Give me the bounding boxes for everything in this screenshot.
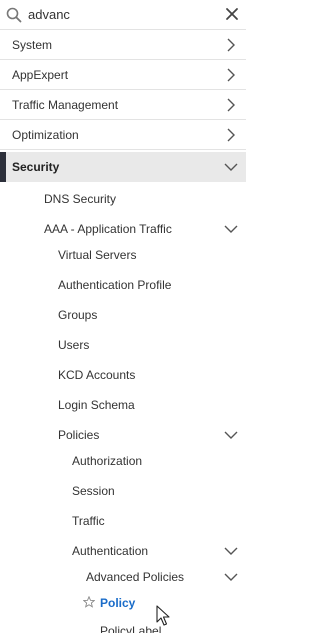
search-bar: [0, 0, 246, 30]
nav-item-optimization[interactable]: Optimization: [0, 120, 246, 150]
nav-item-label: Security: [12, 160, 60, 174]
nav-item-kcd-accounts[interactable]: KCD Accounts: [0, 360, 246, 390]
search-icon: [6, 7, 22, 23]
nav-item-label: Policy: [100, 596, 136, 610]
mouse-cursor-icon: [156, 605, 170, 626]
nav-item-label: Traffic Management: [12, 98, 119, 112]
nav-item-authentication-profile[interactable]: Authentication Profile: [0, 270, 246, 300]
nav-item-label: DNS Security: [44, 192, 117, 206]
nav-item-login-schema[interactable]: Login Schema: [0, 390, 246, 420]
nav-item-label: System: [12, 38, 53, 52]
nav-item-label: Optimization: [12, 128, 79, 142]
chevron-down-icon: [224, 547, 238, 555]
nav-item-users[interactable]: Users: [0, 330, 246, 360]
nav-item-dns-security[interactable]: DNS Security: [0, 184, 246, 214]
chevron-right-icon: [227, 98, 235, 112]
nav-item-label: Users: [58, 338, 90, 352]
chevron-right-icon: [227, 128, 235, 142]
close-icon[interactable]: [225, 7, 239, 21]
nav-item-session[interactable]: Session: [0, 476, 246, 506]
chevron-right-icon: [227, 38, 235, 52]
nav-item-label: Groups: [58, 308, 98, 322]
chevron-down-icon: [224, 225, 238, 233]
chevron-down-icon: [224, 431, 238, 439]
nav-item-groups[interactable]: Groups: [0, 300, 246, 330]
chevron-right-icon: [227, 68, 235, 82]
nav-item-authorization[interactable]: Authorization: [0, 446, 246, 476]
nav-item-traffic-management[interactable]: Traffic Management: [0, 90, 246, 120]
nav-item-label: KCD Accounts: [58, 368, 136, 382]
nav-item-label: AppExpert: [12, 68, 69, 82]
active-indicator: [0, 152, 6, 182]
nav-item-appexpert[interactable]: AppExpert: [0, 60, 246, 90]
search-input[interactable]: [28, 4, 214, 24]
nav-item-security[interactable]: Security: [0, 152, 246, 182]
nav-item-label: Virtual Servers: [58, 248, 137, 262]
chevron-down-icon: [224, 573, 238, 581]
nav-item-label: Session: [72, 484, 115, 498]
nav-item-virtual-servers[interactable]: Virtual Servers: [0, 240, 246, 270]
star-outline-icon[interactable]: [83, 596, 95, 608]
nav-item-policy-label[interactable]: PolicyLabel: [0, 616, 246, 633]
nav-item-system[interactable]: System: [0, 30, 246, 60]
nav-item-label: Authorization: [72, 454, 143, 468]
navigation-panel: System AppExpert Traffic Management Opti…: [0, 0, 246, 633]
nav-item-traffic[interactable]: Traffic: [0, 506, 246, 536]
nav-item-label: Login Schema: [58, 398, 135, 412]
nav-item-policy[interactable]: Policy: [0, 588, 246, 618]
chevron-down-icon: [224, 163, 238, 171]
nav-item-label: Traffic: [72, 514, 105, 528]
nav-item-label: Authentication Profile: [58, 278, 172, 292]
nav-item-label: PolicyLabel: [100, 624, 162, 633]
